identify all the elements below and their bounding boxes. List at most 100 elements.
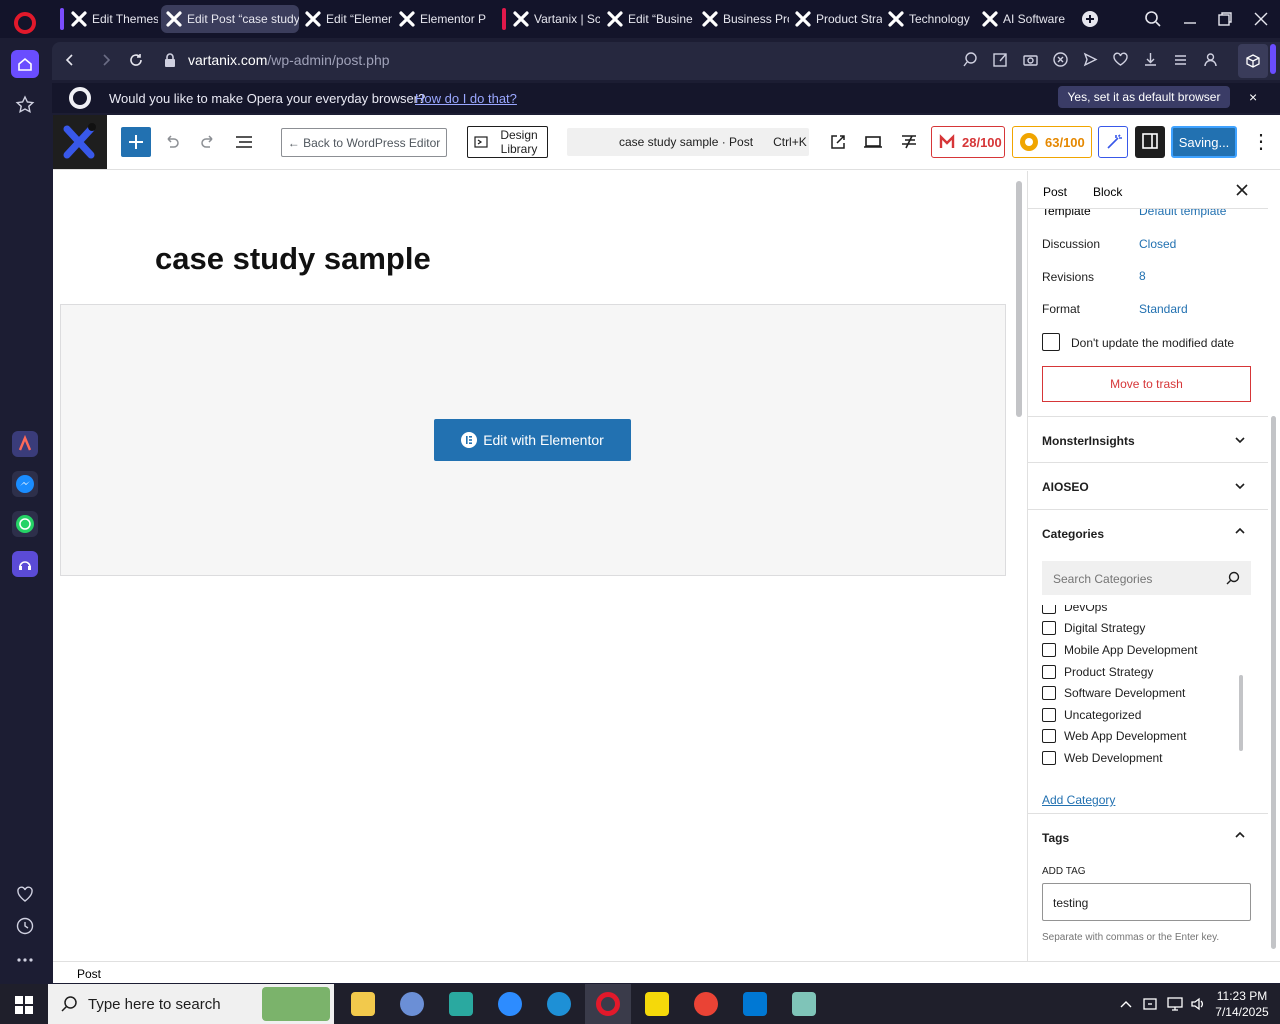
preview-device-icon[interactable] xyxy=(863,133,883,151)
more-icon[interactable] xyxy=(15,950,35,970)
category-checkbox[interactable] xyxy=(1042,605,1056,614)
heart-icon[interactable] xyxy=(15,884,35,904)
performance-icon[interactable] xyxy=(899,132,919,152)
whatsapp-icon[interactable] xyxy=(12,511,38,537)
network-icon[interactable] xyxy=(1166,995,1184,1013)
how-to-link[interactable]: How do I do that? xyxy=(415,91,517,106)
category-checkbox[interactable] xyxy=(1042,621,1056,635)
taskbar-search-box[interactable]: Type here to search xyxy=(48,984,334,1024)
opera-logo-icon[interactable] xyxy=(14,12,36,34)
find-in-page-icon[interactable] xyxy=(962,51,979,68)
chevron-up-icon[interactable] xyxy=(1234,830,1246,840)
category-checkbox[interactable] xyxy=(1042,643,1056,657)
notepad-icon[interactable] xyxy=(792,992,816,1016)
category-scrollbar[interactable] xyxy=(1239,675,1243,751)
edit-with-elementor-button[interactable]: Edit with Elementor xyxy=(434,419,631,461)
profile-icon[interactable] xyxy=(1202,51,1219,68)
banner-close-button[interactable]: × xyxy=(1249,89,1257,105)
dont-update-checkbox[interactable] xyxy=(1042,333,1060,351)
home-icon[interactable] xyxy=(11,50,39,78)
tab-edit-post[interactable]: Edit Post “case study xyxy=(161,5,299,33)
edit-icon[interactable] xyxy=(992,51,1009,68)
add-category-link[interactable]: Add Category xyxy=(1042,793,1115,807)
tab-vartanix[interactable]: Vartanix | Sc xyxy=(508,5,600,33)
camera-icon[interactable] xyxy=(1022,51,1039,68)
discussion-value[interactable]: Closed xyxy=(1139,237,1176,251)
back-icon[interactable] xyxy=(62,52,78,68)
tab-edit-business[interactable]: Edit “Busine xyxy=(602,5,696,33)
extensions-button[interactable] xyxy=(1238,44,1268,78)
format-value[interactable]: Standard xyxy=(1139,302,1188,316)
tab-edit-themes[interactable]: Edit Themes xyxy=(66,5,158,33)
options-menu-button[interactable]: ⋮ xyxy=(1251,129,1271,154)
search-tabs-icon[interactable] xyxy=(1144,10,1162,28)
settings-sidebar-toggle[interactable] xyxy=(1135,126,1165,158)
category-checkbox[interactable] xyxy=(1042,665,1056,679)
show-hidden-icons-icon[interactable] xyxy=(1119,998,1133,1010)
easy-setup-icon[interactable] xyxy=(1172,51,1189,68)
gem-app-icon[interactable] xyxy=(449,992,473,1016)
vscode-icon[interactable] xyxy=(743,992,767,1016)
close-sidebar-icon[interactable] xyxy=(1236,184,1248,196)
clock[interactable]: 11:23 PM 7/14/2025 xyxy=(1212,988,1272,1020)
messenger-icon[interactable] xyxy=(12,471,38,497)
tab-ai-software[interactable]: AI Software xyxy=(977,5,1073,33)
category-checkbox[interactable] xyxy=(1042,751,1056,765)
aria-icon[interactable] xyxy=(12,431,38,457)
canvas-scrollbar[interactable] xyxy=(1016,181,1022,417)
send-icon[interactable] xyxy=(1082,51,1099,68)
template-value[interactable]: Default template xyxy=(1139,209,1226,218)
ai-assistant-button[interactable] xyxy=(1098,126,1128,158)
aioseo-panel[interactable]: AIOSEO xyxy=(1028,462,1268,509)
reload-icon[interactable] xyxy=(128,52,144,68)
restore-icon[interactable] xyxy=(1216,10,1234,28)
revisions-value[interactable]: 8 xyxy=(1139,269,1146,283)
content-score-badge[interactable]: 63/100 xyxy=(1012,126,1092,158)
edge-icon[interactable] xyxy=(547,992,571,1016)
lock-icon[interactable] xyxy=(163,52,177,68)
chevron-up-icon[interactable] xyxy=(1234,526,1246,536)
view-post-icon[interactable] xyxy=(829,133,847,151)
bookmark-heart-icon[interactable] xyxy=(1112,51,1129,68)
move-to-trash-button[interactable]: Move to trash xyxy=(1042,366,1251,402)
tab-business-pro[interactable]: Business Pro xyxy=(697,5,789,33)
category-search-input[interactable]: Search Categories xyxy=(1042,561,1251,595)
music-player-icon[interactable] xyxy=(12,551,38,577)
tab-elementor-p[interactable]: Elementor P xyxy=(394,5,488,33)
tab-technology[interactable]: Technology xyxy=(883,5,977,33)
sticky-notes-icon[interactable] xyxy=(645,992,669,1016)
opera-taskbar-active[interactable] xyxy=(585,984,631,1024)
network-app-icon[interactable] xyxy=(400,992,424,1016)
post-title[interactable]: case study sample xyxy=(155,241,431,277)
history-icon[interactable] xyxy=(15,916,35,936)
document-overview-icon[interactable] xyxy=(234,133,254,151)
tab-edit-elementor[interactable]: Edit “Elemen xyxy=(300,5,392,33)
tab-block[interactable]: Block xyxy=(1093,185,1122,199)
new-tab-icon[interactable] xyxy=(1081,10,1099,28)
ad-block-icon[interactable] xyxy=(1052,51,1069,68)
categories-title[interactable]: Categories xyxy=(1042,527,1104,541)
battery-icon[interactable] xyxy=(1142,995,1160,1013)
site-logo-button[interactable] xyxy=(53,115,107,169)
redo-icon[interactable] xyxy=(199,133,217,151)
url-field[interactable]: vartanix.com/wp-admin/post.php xyxy=(188,52,390,68)
set-default-button[interactable]: Yes, set it as default browser xyxy=(1058,86,1230,108)
command-palette[interactable]: case study sample · Post Ctrl+K xyxy=(567,128,809,156)
design-library-button[interactable]: Design Library xyxy=(467,126,548,158)
category-checkbox[interactable] xyxy=(1042,708,1056,722)
sidebar-scrollbar[interactable] xyxy=(1271,416,1276,949)
windows-start-icon[interactable] xyxy=(15,996,33,1014)
close-window-icon[interactable] xyxy=(1252,10,1270,28)
saving-button[interactable]: Saving... xyxy=(1171,126,1237,158)
chrome-icon[interactable] xyxy=(694,992,718,1016)
tag-input[interactable]: testing xyxy=(1042,883,1251,921)
file-explorer-icon[interactable] xyxy=(351,992,375,1016)
monsterinsights-panel[interactable]: MonsterInsights xyxy=(1028,416,1268,462)
add-block-button[interactable] xyxy=(121,127,151,157)
category-checkbox[interactable] xyxy=(1042,729,1056,743)
star-icon[interactable] xyxy=(15,95,35,115)
breadcrumb-post[interactable]: Post xyxy=(77,967,101,981)
tags-title[interactable]: Tags xyxy=(1042,831,1069,845)
tab-product-strategy[interactable]: Product Stra xyxy=(790,5,882,33)
tab-post[interactable]: Post xyxy=(1043,185,1067,199)
